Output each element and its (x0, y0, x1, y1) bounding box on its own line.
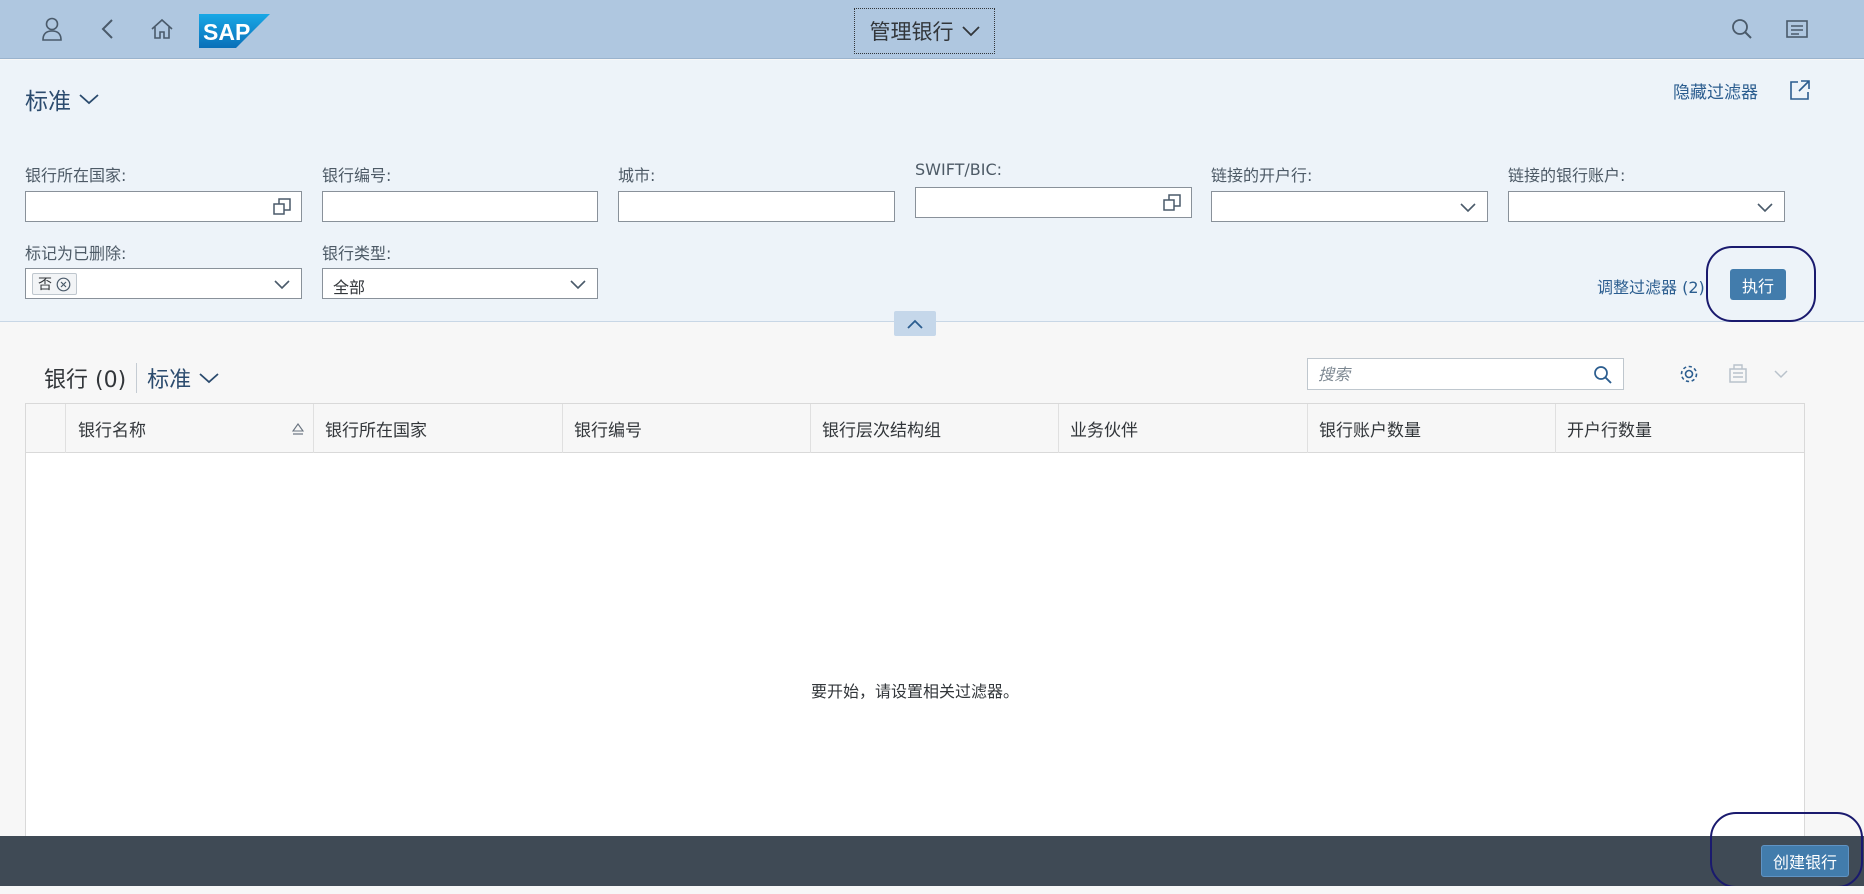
column-header-business-partner[interactable]: 业务伙伴 (1059, 404, 1308, 453)
column-label: 银行层次结构组 (822, 421, 941, 441)
column-label: 开户行数量 (1567, 421, 1652, 441)
swift-bic-field[interactable] (915, 187, 1192, 218)
chevron-down-icon (199, 373, 219, 384)
table-header-row: 银行名称 银行所在国家 银行编号 银行层次结构组 业务伙伴 银行账户数量 开户行… (26, 404, 1804, 453)
back-icon[interactable] (92, 14, 122, 44)
row-selector-header[interactable] (26, 404, 66, 453)
search-input[interactable] (1308, 359, 1578, 389)
table-title: 银行 (0) (44, 368, 127, 393)
app-title-menu[interactable]: 管理银行 (854, 8, 995, 54)
hide-filters-link[interactable]: 隐藏过滤器 (1673, 78, 1758, 103)
column-label: 银行账户数量 (1319, 421, 1421, 441)
chevron-down-icon (274, 280, 290, 290)
notifications-icon[interactable] (1782, 14, 1812, 44)
highlight-ring (1710, 812, 1863, 888)
sap-logo[interactable]: SAP (199, 14, 270, 48)
column-label: 业务伙伴 (1070, 421, 1138, 441)
variant-management[interactable]: 标准 (25, 82, 99, 116)
bank-key-label: 银行编号: (322, 166, 392, 185)
table-variant-label: 标准 (147, 368, 192, 393)
bank-country-label: 银行所在国家: (25, 166, 127, 185)
bank-key-field[interactable] (322, 191, 598, 222)
value-help-icon[interactable] (1163, 194, 1181, 212)
sort-ascending-icon (291, 423, 305, 435)
bank-type-label: 银行类型: (322, 244, 392, 263)
shell-bar: SAP 管理银行 (0, 0, 1864, 59)
settings-icon[interactable] (1676, 361, 1702, 387)
marked-deleted-label: 标记为已删除: (25, 244, 127, 263)
linked-bank-select[interactable] (1211, 191, 1488, 222)
filter-bar: 标准 隐藏过滤器 银行所在国家: 银行编号: 城市: SWIFT/BIC: 链接… (0, 60, 1864, 322)
variant-label: 标准 (25, 89, 71, 115)
table-variant-management[interactable]: 标准 (147, 362, 219, 394)
column-label: 银行所在国家 (325, 421, 427, 441)
column-header-bank-key[interactable]: 银行编号 (563, 404, 811, 453)
table-search[interactable] (1307, 358, 1624, 390)
bank-country-field[interactable] (25, 191, 302, 222)
user-icon[interactable] (37, 14, 67, 44)
search-icon[interactable] (1593, 365, 1613, 385)
highlight-ring (1706, 246, 1816, 322)
city-label: 城市: (618, 166, 656, 185)
city-field[interactable] (618, 191, 895, 222)
remove-token-icon[interactable] (56, 277, 71, 292)
marked-deleted-field[interactable]: 否 (25, 268, 302, 299)
column-header-bank-name[interactable]: 银行名称 (66, 404, 314, 453)
linked-bank-account-select[interactable] (1508, 191, 1785, 222)
banks-table: 银行名称 银行所在国家 银行编号 银行层次结构组 业务伙伴 银行账户数量 开户行… (25, 403, 1805, 838)
app-title: 管理银行 (869, 20, 954, 44)
chevron-down-icon (961, 26, 980, 37)
column-header-house-bank-count[interactable]: 开户行数量 (1556, 404, 1804, 453)
table-header: 银行 (0) 标准 (44, 362, 219, 394)
sap-logo-text: SAP (203, 19, 250, 45)
divider (136, 363, 138, 393)
chevron-down-icon (570, 280, 586, 290)
home-icon[interactable] (147, 14, 177, 44)
column-header-bank-country[interactable]: 银行所在国家 (314, 404, 563, 453)
export-menu-chevron-icon[interactable] (1768, 361, 1794, 387)
footer-toolbar (0, 836, 1864, 886)
adapt-filters-link[interactable]: 调整过滤器 (2) (1597, 274, 1705, 298)
linked-bank-label: 链接的开户行: (1211, 166, 1313, 185)
empty-table-message: 要开始，请设置相关过滤器。 (810, 682, 1019, 701)
linked-bank-account-label: 链接的银行账户: (1508, 166, 1626, 185)
column-header-bank-hierarchy-group[interactable]: 银行层次结构组 (811, 404, 1059, 453)
token-text: 否 (38, 277, 52, 293)
chevron-down-icon (79, 94, 99, 105)
column-label: 银行编号 (574, 421, 642, 441)
swift-bic-label: SWIFT/BIC: (915, 160, 1003, 179)
bottom-strip (0, 886, 1864, 894)
export-icon[interactable] (1725, 361, 1751, 387)
column-label: 银行名称 (78, 421, 146, 441)
chevron-down-icon (1460, 203, 1476, 213)
filter-token[interactable]: 否 (32, 273, 77, 295)
share-icon[interactable] (1788, 78, 1812, 102)
chevron-up-icon (907, 319, 923, 329)
bank-type-select[interactable]: 全部 (322, 268, 598, 299)
column-header-bank-account-count[interactable]: 银行账户数量 (1308, 404, 1556, 453)
collapse-header-button[interactable] (894, 311, 936, 336)
value-help-icon[interactable] (273, 198, 291, 216)
search-icon[interactable] (1727, 14, 1757, 44)
chevron-down-icon (1757, 203, 1773, 213)
bank-type-value: 全部 (333, 278, 366, 297)
